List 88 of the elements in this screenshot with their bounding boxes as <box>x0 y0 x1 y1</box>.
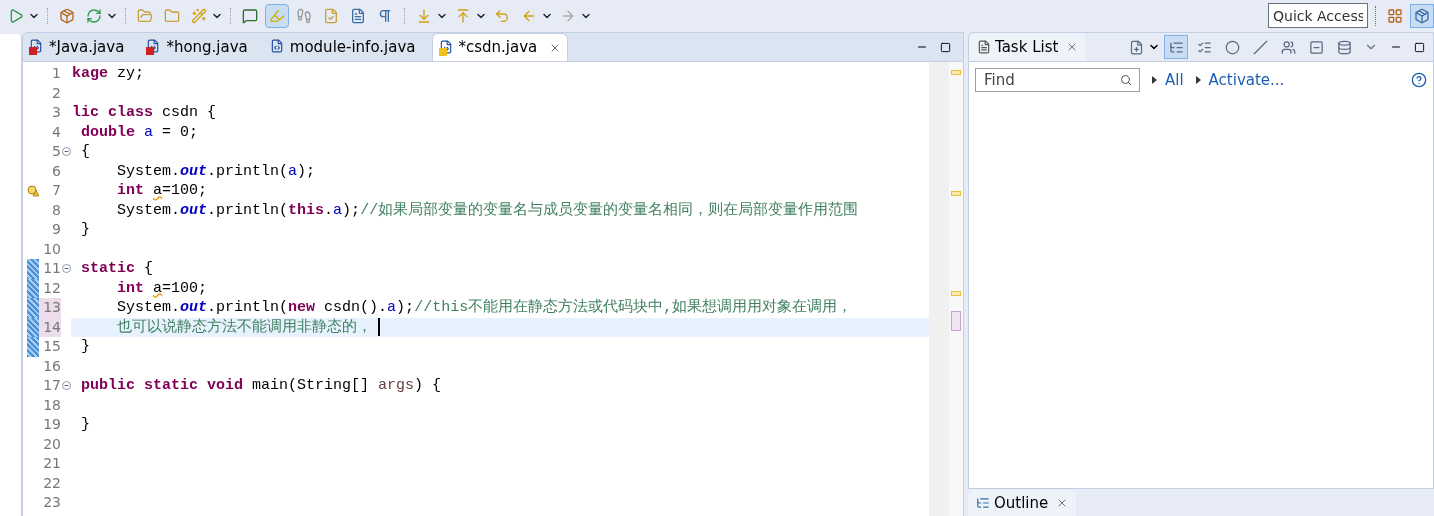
slash-icon <box>1252 39 1268 55</box>
filter-link[interactable]: Activate... <box>1208 68 1285 92</box>
line-number: 17 <box>42 376 61 395</box>
line-number: 19 <box>42 415 61 434</box>
code-line: double a = 0; <box>80 122 199 142</box>
line-number: 18 <box>42 395 61 415</box>
code-line: 也可以说静态方法不能调用非静态的， <box>116 317 372 337</box>
undo-icon <box>494 7 510 24</box>
checklist-icon <box>1196 39 1212 55</box>
new-task-icon <box>1128 39 1144 55</box>
warning-marker-icon <box>951 191 961 196</box>
triangle-right-icon <box>1152 76 1157 84</box>
code-line: kage zy; <box>72 64 145 84</box>
search-icon <box>1120 74 1132 86</box>
tree-list-icon <box>1168 39 1184 55</box>
package-icon <box>59 7 75 24</box>
wand-icon <box>191 7 207 24</box>
line-number: 4 <box>51 122 61 142</box>
open-folder-icon <box>137 7 153 24</box>
warning-marker-icon <box>951 70 961 75</box>
help-icon[interactable] <box>1411 72 1427 88</box>
folder-icon <box>164 7 180 24</box>
line-number: 23 <box>42 493 61 512</box>
arrow-down-icon <box>416 7 432 24</box>
database-icon <box>1336 39 1352 55</box>
code-line: static { <box>80 259 154 279</box>
editor-tab[interactable]: module-info.java <box>263 33 422 61</box>
maximize-icon[interactable] <box>940 41 951 53</box>
java-perspective-button[interactable] <box>1410 3 1434 28</box>
code-line: } <box>80 220 90 240</box>
code-line: { <box>80 142 90 162</box>
editor-tab[interactable]: *Java.java <box>23 33 131 61</box>
code-line: int a=100; <box>116 278 208 298</box>
collapse-icon[interactable] <box>61 264 71 274</box>
selection-marker-icon <box>951 311 961 331</box>
triangle-right-icon <box>1195 76 1201 84</box>
filter-link[interactable]: All <box>1165 68 1184 92</box>
outline-icon <box>976 496 990 510</box>
code-line: System.out.println(new csdn().a);//this不能用在静态方法或代码块中,如果想调用用对象在调用， <box>116 298 853 318</box>
editor-tab[interactable]: *csdn.java <box>431 33 569 61</box>
run-icon <box>8 7 24 24</box>
collapse-icon <box>1308 39 1324 55</box>
package-icon <box>1414 7 1430 24</box>
warning-marker-icon <box>951 291 961 296</box>
file-check-icon <box>323 7 339 24</box>
code-line: } <box>80 415 90 435</box>
line-number: 20 <box>42 434 61 454</box>
line-number: 3 <box>51 103 61 122</box>
line-number: 6 <box>51 161 61 181</box>
line-number: 5 <box>51 142 61 161</box>
line-number: 12 <box>42 278 61 298</box>
line-number: 21 <box>42 454 61 473</box>
task-list-tab[interactable]: Task List <box>969 33 1087 61</box>
line-number: 9 <box>51 220 61 239</box>
grid-icon <box>1387 7 1403 24</box>
code-line: System.out.println(this.a);//如果局部变量的变量名与成员变量的变量名相同，则在局部变量作用范围 <box>116 200 859 220</box>
refresh-icon <box>86 7 102 24</box>
text-cursor <box>378 318 380 337</box>
line-number: 10 <box>42 239 61 259</box>
find-field[interactable]: Find <box>975 68 1140 92</box>
line-number: 11 <box>42 259 61 278</box>
line-number: 16 <box>42 356 61 376</box>
code-line: System.out.println(a); <box>116 161 316 181</box>
line-number: 8 <box>51 200 61 220</box>
editor-tab[interactable]: *hong.java <box>140 33 254 61</box>
collapse-icon[interactable] <box>61 147 71 157</box>
code-line: int a=100; <box>116 181 208 201</box>
code-line: } <box>80 337 90 357</box>
comment-icon <box>242 7 258 24</box>
code-line: public static void main(String[] args) { <box>80 376 442 396</box>
line-number: 14 <box>39 317 61 337</box>
line-number: 13 <box>39 298 61 318</box>
highlighter-icon <box>269 7 285 24</box>
task-list-icon <box>977 40 991 54</box>
line-number: 15 <box>42 337 61 356</box>
pilcrow-icon <box>377 7 393 24</box>
line-number: 2 <box>51 83 61 103</box>
maximize-icon[interactable] <box>1414 41 1425 53</box>
collapse-icon[interactable] <box>61 381 71 391</box>
people-icon <box>1280 39 1296 55</box>
document-icon <box>350 7 366 24</box>
footprints-icon <box>296 7 312 24</box>
line-number: 7 <box>51 181 61 200</box>
line-number: 22 <box>42 473 61 493</box>
line-number: 1 <box>51 64 61 83</box>
code-line: lic class csdn { <box>72 103 217 123</box>
arrow-up-icon <box>455 7 471 24</box>
outline-tab[interactable]: Outline <box>968 490 1077 516</box>
